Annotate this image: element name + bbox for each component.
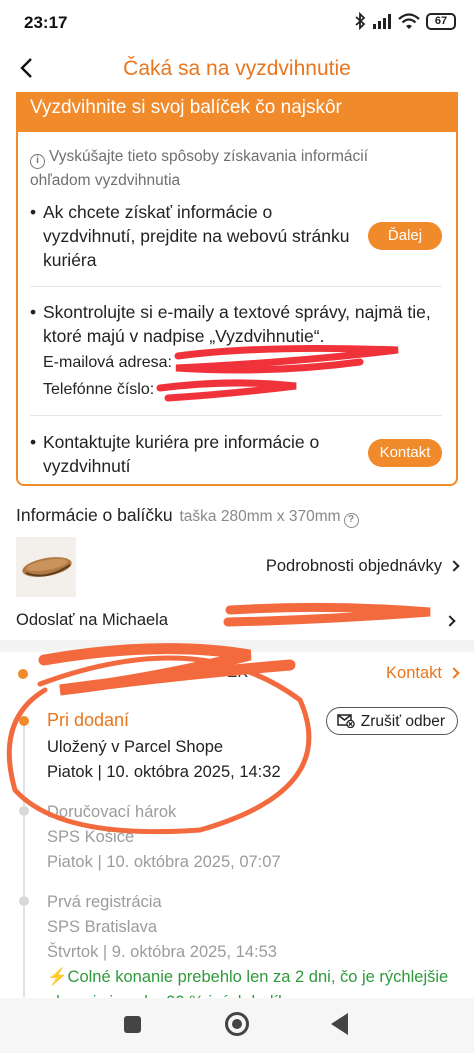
timeline-line	[23, 722, 25, 997]
home-icon[interactable]	[225, 1012, 249, 1036]
order-details-link[interactable]: Podrobnosti objednávky	[266, 557, 460, 576]
next-button[interactable]: Ďalej	[368, 222, 442, 250]
timeline-dot	[19, 896, 29, 906]
courier-contact-link[interactable]: Kontakt	[386, 664, 460, 683]
clock: 23:17	[24, 13, 68, 32]
section-separator	[0, 640, 474, 652]
page-title: Čaká sa na vyzdvihnutie	[123, 57, 351, 80]
step-date: Piatok | 10. októbra 2025, 14:32	[47, 763, 281, 781]
battery-icon: 67	[426, 12, 456, 30]
timeline-step: Pri dodaní Uložený v Parcel Shope Piatok…	[47, 708, 281, 785]
step-date: Štvrtok | 9. októbra 2025, 14:53	[47, 943, 277, 961]
ship-to-row[interactable]: Odoslať na Michaela	[16, 611, 458, 630]
step-location: Uložený v Parcel Shope	[47, 738, 224, 756]
product-thumbnail[interactable]	[16, 537, 76, 597]
timeline-step: Doručovací hárok SPS Košice Piatok | 10.…	[47, 800, 281, 875]
info-icon: i	[30, 154, 45, 169]
status-icons: 67	[354, 12, 456, 30]
system-nav-bar	[0, 998, 474, 1053]
speed-note: ⚡Colné konanie prebehlo len za 2 dni, čo…	[47, 968, 449, 986]
help-icon[interactable]: ?	[343, 513, 359, 528]
lightning-icon: ⚡	[47, 968, 68, 986]
contact-courier-button[interactable]: Kontakt	[368, 439, 442, 467]
chevron-right-icon	[448, 560, 460, 572]
chevron-right-icon	[444, 615, 456, 627]
divider	[30, 286, 442, 287]
package-info: Informácie o balíčku taška 280mm x 370mm…	[16, 505, 359, 528]
step-date: Piatok | 10. októbra 2025, 07:07	[47, 853, 281, 871]
timeline-dot-active	[19, 716, 29, 726]
timeline-step: Prvá registrácia SPS Bratislava Štvrtok …	[47, 890, 448, 1015]
bluetooth-icon	[355, 12, 366, 30]
phone-label: Telefónne číslo:	[43, 381, 155, 398]
recent-apps-icon[interactable]	[124, 1016, 141, 1033]
courier-row: PEK Kontakt	[16, 662, 460, 688]
courier-dot	[18, 669, 28, 679]
option-check-messages: Skontrolujte si e-maily a textové správy…	[30, 300, 442, 352]
divider	[30, 415, 442, 416]
status-bar: 23:17 67	[0, 0, 474, 46]
wifi-icon	[398, 13, 420, 29]
signal-icon	[373, 14, 391, 29]
timeline-dot	[19, 806, 29, 816]
nav-back-icon[interactable]	[331, 1013, 348, 1035]
step-location: SPS Košice	[47, 828, 135, 846]
pickup-info: i Vyskúšajte tieto spôsoby získavania inf…	[30, 148, 369, 189]
package-size: taška 280mm x 370mm	[179, 508, 341, 525]
unsubscribe-button[interactable]: Zrušiť odber	[325, 707, 458, 735]
courier-name: PEK	[216, 664, 249, 681]
email-label: E-mailová adresa:	[43, 354, 172, 371]
app-bar: Čaká sa na vyzdvihnutie	[0, 46, 474, 92]
step-title: Prvá registrácia	[47, 893, 162, 911]
chevron-right-icon	[448, 667, 460, 679]
step-location: SPS Bratislava	[47, 918, 158, 936]
step-title: Pri dodaní	[47, 710, 130, 730]
step-title: Doručovací hárok	[47, 803, 177, 821]
bag-image-icon	[22, 557, 72, 577]
mail-cancel-icon	[337, 714, 355, 728]
